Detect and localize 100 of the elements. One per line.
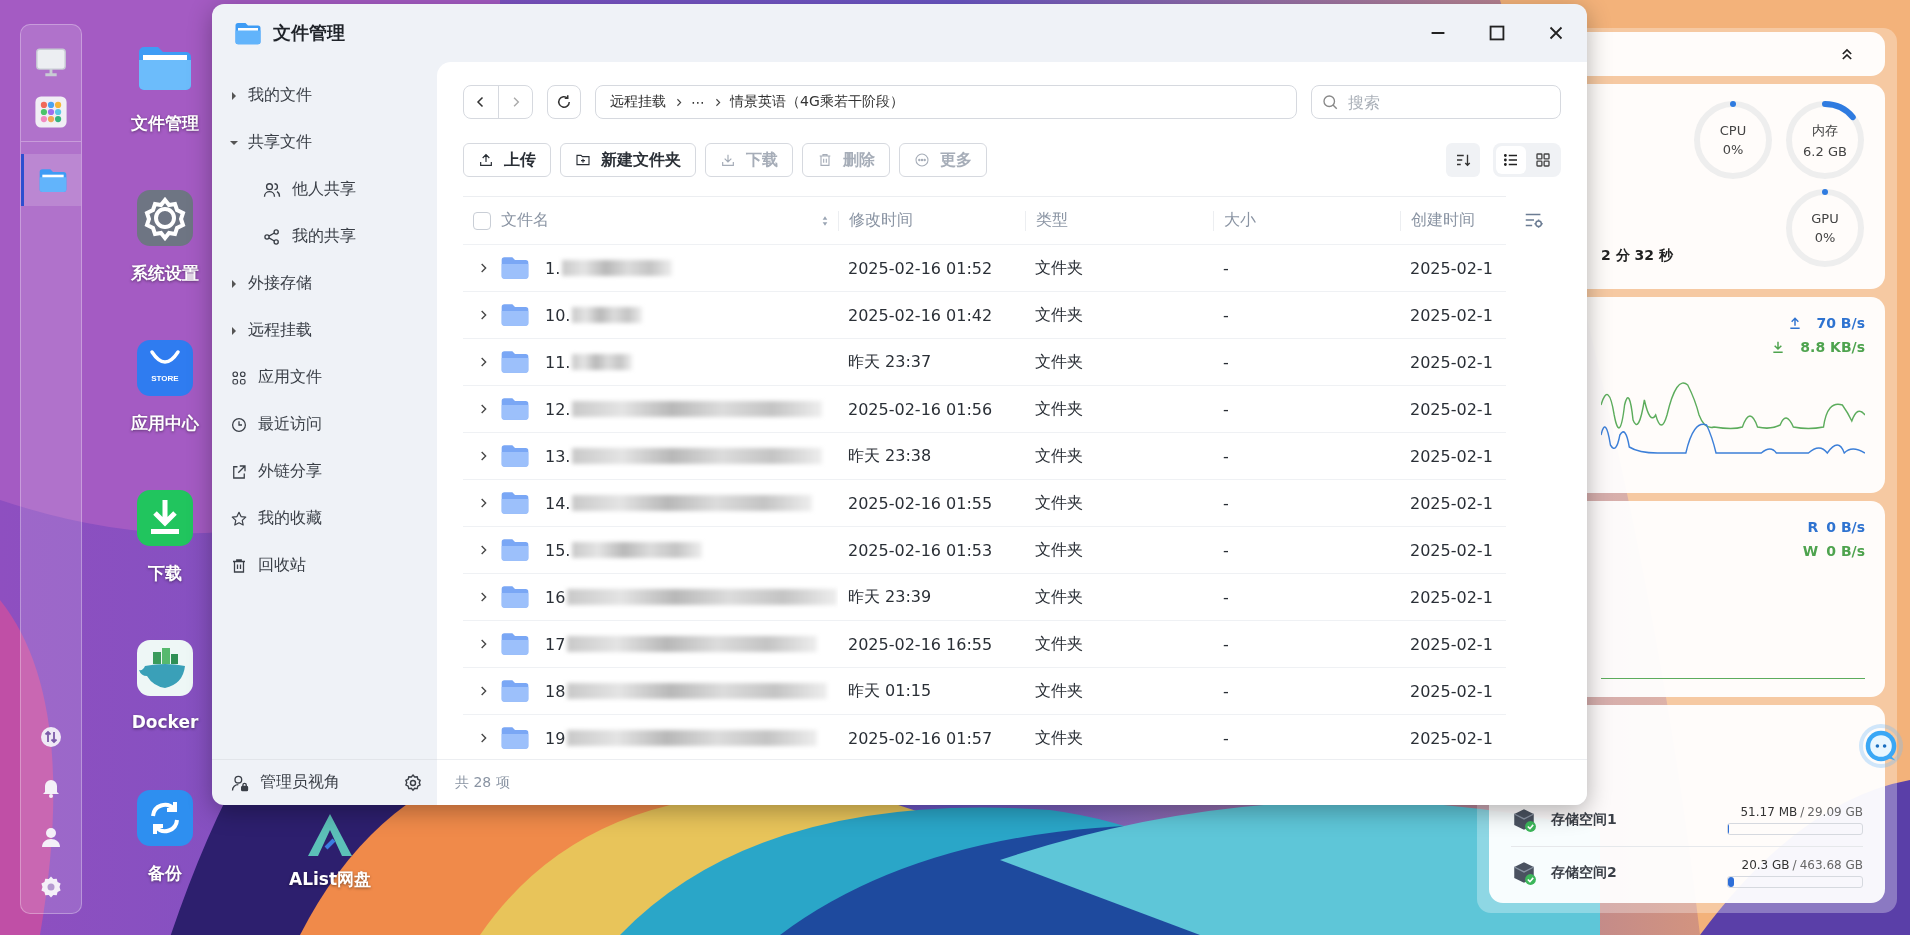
app-files-icon — [230, 368, 248, 387]
window-title: 文件管理 — [273, 21, 345, 45]
file-name[interactable]: 1. — [545, 258, 561, 278]
file-name[interactable]: 14. — [545, 493, 571, 513]
app-grid-icon[interactable] — [34, 95, 68, 129]
storage-total: 463.68 GB — [1799, 858, 1863, 872]
file-name[interactable]: 17 — [545, 634, 566, 654]
table-cell: 文件夹 — [1035, 257, 1083, 279]
table-cell: 2025-02-1 — [1410, 258, 1493, 278]
storage-box-icon — [1511, 807, 1537, 833]
sidebar-item[interactable]: 最近访问 — [212, 401, 437, 448]
sidebar-item[interactable]: 共享文件 — [212, 119, 437, 166]
desktop-app-label: 系统设置 — [131, 262, 199, 285]
grid-view-icon — [1534, 151, 1552, 169]
sidebar-item[interactable]: 外接存储 — [212, 260, 437, 307]
desktop-app-icon[interactable]: 备份 — [120, 788, 210, 908]
storage-name: 存储空间2 — [1551, 864, 1617, 882]
download-icon — [720, 152, 736, 168]
table-cell: 2025-02-1 — [1410, 446, 1493, 466]
storage-separator: / — [1800, 805, 1805, 819]
transfer-icon[interactable] — [39, 725, 63, 749]
refresh-button[interactable] — [547, 85, 581, 119]
storage-used: 20.3 GB — [1741, 858, 1790, 872]
new-folder-button[interactable]: 新建文件夹 — [560, 143, 696, 177]
table-cell: 文件夹 — [1035, 304, 1083, 326]
desktop-app-icon[interactable]: 系统设置 — [120, 188, 210, 308]
sidebar-item[interactable]: 远程挂载 — [212, 307, 437, 354]
table-cell: 文件夹 — [1035, 492, 1083, 514]
gauge-label: CPU — [1719, 123, 1747, 138]
table-cell: 2025-02-16 01:53 — [848, 540, 993, 560]
desktop-app-label: 下载 — [148, 562, 182, 585]
file-name[interactable]: 11. — [545, 352, 571, 372]
new-folder-icon — [575, 152, 591, 168]
refresh-icon — [555, 93, 573, 111]
dock-app-item[interactable] — [21, 154, 81, 206]
sidebar-item[interactable]: 我的共享 — [212, 213, 437, 260]
desktop-app-icon[interactable]: Docker — [120, 638, 210, 758]
sort-button[interactable] — [1446, 143, 1480, 177]
blurred-name-mask — [572, 354, 633, 370]
gauge-label: GPU — [1811, 211, 1839, 226]
breadcrumb-item[interactable]: 情景英语（4G乘若干阶段） — [730, 93, 904, 111]
table-cell: 2025-02-1 — [1410, 634, 1493, 654]
more-icon — [914, 152, 930, 168]
table-cell: 2025-02-1 — [1410, 728, 1493, 748]
sidebar-item[interactable]: 外链分享 — [212, 448, 437, 495]
view-mode-button[interactable] — [1496, 146, 1526, 174]
sidebar-item[interactable]: 应用文件 — [212, 354, 437, 401]
upload-button[interactable]: 上传 — [463, 143, 551, 177]
sidebar-item[interactable]: 我的文件 — [212, 72, 437, 119]
table-cell: 2025-02-1 — [1410, 493, 1493, 513]
settings-icon[interactable] — [403, 772, 423, 793]
store-label: STORE — [150, 374, 180, 383]
desktop-app-icon[interactable]: 下载 — [120, 488, 210, 608]
sidebar-item[interactable]: 回收站 — [212, 542, 437, 589]
table-cell: 2025-02-16 16:55 — [848, 634, 993, 654]
user-icon[interactable] — [39, 825, 63, 849]
table-cell: 文件夹 — [1035, 727, 1083, 749]
file-name[interactable]: 12. — [545, 399, 571, 419]
admin-view-item[interactable]: 管理员视角 — [212, 760, 340, 805]
breadcrumb-item[interactable]: 远程挂载 — [610, 93, 666, 111]
table-cell: 2025-02-16 01:52 — [848, 258, 993, 278]
desktop-app-icon[interactable]: STORE 应用中心 — [120, 338, 210, 458]
desktop-app-label: AList网盘 — [288, 868, 372, 891]
desktop-app-label: 文件管理 — [131, 112, 199, 135]
gauge-value: 0% — [1814, 230, 1836, 245]
read-label: R — [1807, 519, 1819, 535]
table-cell: 2025-02-1 — [1410, 587, 1493, 607]
uptime-text: 2 分 32 秒 — [1601, 247, 1673, 265]
table-cell: 文件夹 — [1035, 398, 1083, 420]
file-name[interactable]: 16 — [545, 587, 566, 607]
select-all-checkbox[interactable] — [473, 211, 491, 230]
search-field[interactable]: 搜索 — [1311, 85, 1561, 119]
file-name[interactable]: 13. — [545, 446, 571, 466]
table-cell: 2025-02-1 — [1410, 681, 1493, 701]
storage-separator: / — [1792, 858, 1797, 872]
table-cell: 2025-02-1 — [1410, 540, 1493, 560]
blurred-name-mask — [572, 307, 643, 323]
table-cell: 2025-02-16 01:42 — [848, 305, 993, 325]
breadcrumb-item[interactable]: ⋯ — [691, 94, 705, 110]
storage-total: 29.09 GB — [1807, 805, 1863, 819]
sidebar-item[interactable]: 我的收藏 — [212, 495, 437, 542]
trash-icon — [817, 152, 833, 168]
sidebar-item[interactable]: 他人共享 — [212, 166, 437, 213]
sync-icon — [135, 788, 195, 848]
star-icon — [230, 509, 248, 528]
trash-icon — [230, 556, 248, 575]
table-cell: 2025-02-16 01:56 — [848, 399, 993, 419]
desktop-app-label: 备份 — [148, 862, 182, 885]
desktop-app-icon[interactable]: 文件管理 — [120, 38, 210, 158]
table-cell: 昨天 01:15 — [848, 680, 932, 702]
item-count: 共 28 项 — [455, 773, 510, 792]
file-name[interactable]: 15. — [545, 540, 571, 560]
file-name[interactable]: 19 — [545, 728, 566, 748]
breadcrumb-bar[interactable]: 远程挂载 ⋯ 情景英语（4G乘若干阶段） — [595, 85, 1297, 119]
file-name[interactable]: 10. — [545, 305, 571, 325]
table-cell: - — [1223, 681, 1229, 701]
download-icon — [135, 488, 195, 548]
table-cell: 2025-02-1 — [1410, 352, 1493, 372]
file-name[interactable]: 18 — [545, 681, 566, 701]
storage-name: 存储空间1 — [1551, 811, 1617, 829]
